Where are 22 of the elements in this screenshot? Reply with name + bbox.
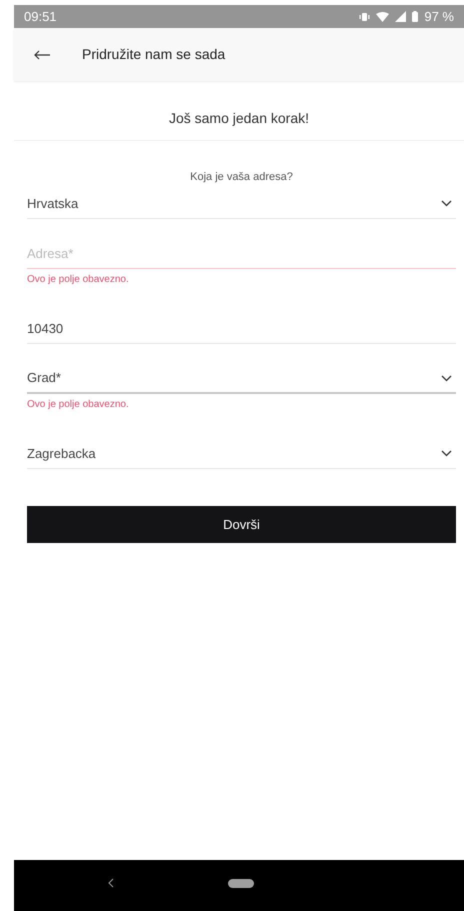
chevron-down-icon [441, 200, 452, 207]
finish-button[interactable]: Dovrši [27, 506, 456, 543]
vibrate-icon [359, 12, 370, 22]
dropdown-field[interactable]: Grad* [27, 364, 456, 394]
back-arrow-icon[interactable] [34, 50, 50, 60]
wifi-icon [376, 12, 390, 22]
clock: 09:51 [24, 8, 57, 26]
input-field[interactable]: 10430 [27, 314, 456, 344]
step-heading: Još samo jedan korak! [168, 110, 310, 127]
dropdown-field[interactable]: Zagrebacka [27, 439, 456, 469]
battery-icon [412, 11, 418, 22]
signal-icon [395, 11, 406, 22]
chevron-down-icon [441, 374, 452, 382]
back-icon[interactable] [108, 878, 114, 888]
error-message: Ovo je polje obavezno. [27, 273, 130, 287]
chevron-down-icon [441, 450, 452, 457]
battery-percent: 97 % [424, 8, 454, 26]
dropdown-field[interactable]: Hrvatska [27, 189, 456, 219]
question-label: Koja je vaša adresa? [190, 170, 293, 184]
page-title: Pridružite nam se sada [82, 45, 226, 64]
home-pill[interactable] [228, 879, 254, 888]
error-message: Ovo je polje obavezno. [27, 398, 130, 412]
